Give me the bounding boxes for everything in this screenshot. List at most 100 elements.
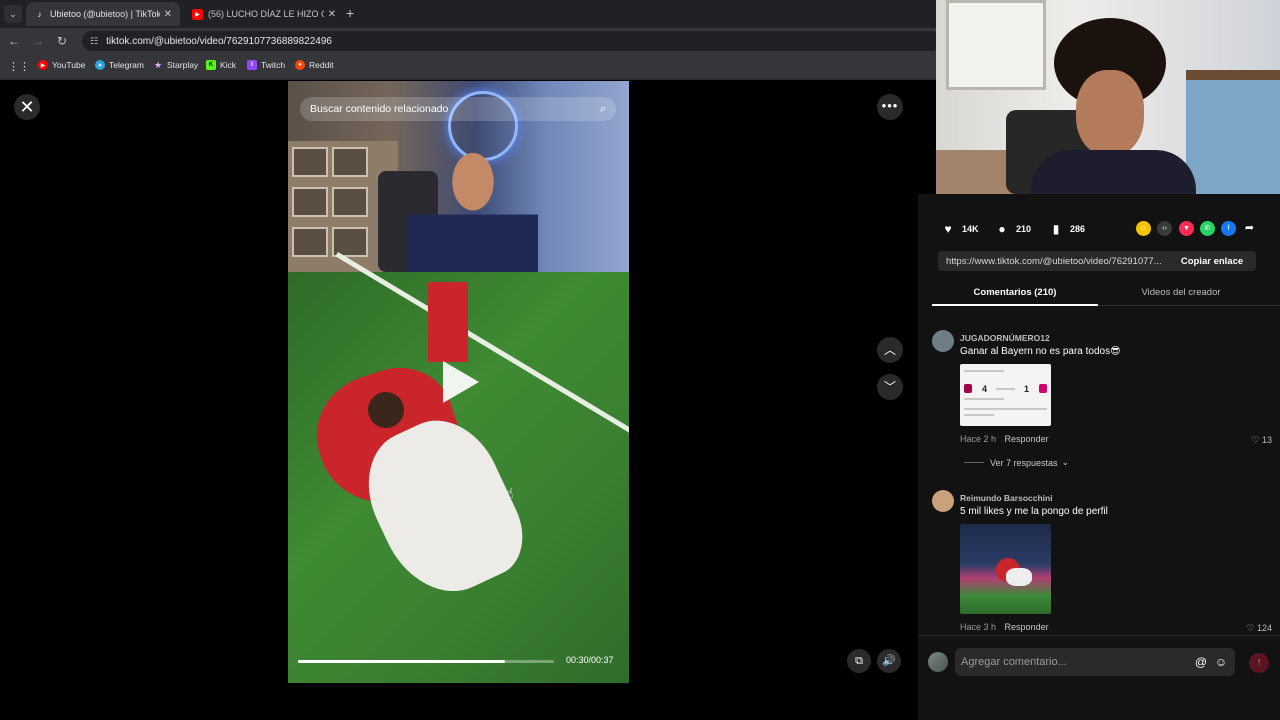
chevron-up-icon[interactable]: ︿	[877, 337, 903, 363]
tab-comments[interactable]: Comentarios (210)	[932, 287, 1098, 298]
comment-input[interactable]: Agregar comentario... @ ☺	[955, 648, 1235, 676]
player-legs	[428, 282, 468, 362]
streamer-frame: Buscar contenido relacionado ⌕	[288, 81, 629, 272]
bed-image	[1186, 70, 1280, 194]
bookmark-label: Telegram	[109, 60, 144, 70]
view-replies-button[interactable]: Ver 7 respuestas ⌄	[964, 457, 1069, 468]
bookmark-label: Reddit	[309, 60, 334, 70]
reddit-icon: ●	[295, 60, 305, 70]
bookmark-kick[interactable]: K Kick	[206, 60, 236, 70]
kick-icon: K	[206, 60, 216, 70]
comment-count: 210	[1016, 224, 1032, 234]
bookmark-icon: ▮	[1052, 222, 1060, 236]
apps-icon[interactable]: ⋮⋮	[8, 60, 30, 73]
comment-meta: Hace 3 h Responder	[960, 622, 1049, 632]
bookmark-label: Kick	[220, 60, 237, 70]
comment-text: Ganar al Bayern no es para todos😎	[960, 346, 1121, 357]
tiktok-icon: ♪	[37, 9, 42, 19]
copy-link-button[interactable]: Copiar enlace	[1168, 256, 1256, 267]
comment-like-count: 13	[1261, 435, 1272, 445]
save-button[interactable]: ▮ 286	[1048, 221, 1085, 237]
action-bar: ♥ 14K ● 210 ▮ 286 ☺ ‹› ▼ ✆ f ➦	[918, 218, 1280, 240]
reply-button[interactable]: Responder	[1005, 434, 1049, 444]
copy-link-row: https://www.tiktok.com/@ubietoo/video/76…	[938, 251, 1256, 271]
progress-fill	[298, 660, 506, 663]
video-link[interactable]: https://www.tiktok.com/@ubietoo/video/76…	[938, 256, 1168, 267]
play-icon[interactable]	[443, 361, 479, 403]
post-comment-button[interactable]: ↑	[1249, 653, 1269, 673]
bookmark-reddit[interactable]: ● Reddit	[295, 60, 334, 70]
back-button[interactable]: ←	[6, 33, 22, 49]
starplay-icon: ★	[153, 59, 163, 70]
related-search-placeholder: Buscar contenido relacionado	[310, 103, 449, 115]
reload-button[interactable]: ↻	[54, 33, 70, 49]
forward-share-icon[interactable]: ➦	[1242, 221, 1257, 236]
browser-tab-tiktok[interactable]: ♪ Ubietoo (@ubietoo) | TikTok ✕	[26, 2, 180, 26]
twitch-icon: t	[247, 60, 257, 70]
comment-meta: Hace 2 h Responder	[960, 434, 1049, 444]
tab-creator-videos[interactable]: Videos del creador	[1098, 287, 1264, 298]
browser-tab-youtube[interactable]: ▶ (56) LUCHO DÍAZ LE HIZO GAN ✕	[184, 2, 344, 26]
heart-outline-icon: ♡	[1246, 623, 1255, 632]
room-window	[946, 0, 1046, 90]
player-figure	[1006, 568, 1032, 586]
team-badge	[1039, 384, 1047, 393]
bookmark-twitch[interactable]: t Twitch	[247, 60, 285, 70]
address-bar[interactable]: ☷ tiktok.com/@ubietoo/video/762910773688…	[82, 31, 942, 51]
bookmark-telegram[interactable]: ➤ Telegram	[95, 60, 144, 70]
related-search-bar[interactable]: Buscar contenido relacionado ⌕	[300, 97, 616, 121]
whatsapp-icon[interactable]: ✆	[1200, 221, 1215, 236]
comment-item: Reimundo Barsocchini 5 mil likes y me la…	[932, 490, 1272, 632]
comment-composer: Agregar comentario... @ ☺ ↑	[918, 635, 1280, 685]
mouse-cursor-icon: ☝	[505, 485, 514, 501]
player-head	[368, 392, 404, 428]
avatar[interactable]	[932, 490, 954, 512]
close-icon[interactable]: ✕	[14, 94, 40, 120]
heart-outline-icon: ♡	[1251, 435, 1260, 445]
view-replies-label: Ver 7 respuestas	[990, 457, 1058, 468]
site-info-icon[interactable]: ☷	[90, 36, 98, 47]
comment-placeholder: Agregar comentario...	[961, 656, 1067, 668]
webcam-overlay	[936, 0, 1280, 194]
tab-title: (56) LUCHO DÍAZ LE HIZO GAN	[208, 9, 324, 19]
video-viewer: ✕ Buscar contenido relacionado ⌕ 00:30/0…	[0, 81, 918, 720]
tab-search-button[interactable]: ⌄	[4, 5, 22, 23]
comment-image[interactable]: 4 1	[960, 364, 1051, 426]
chevron-down-icon[interactable]: ﹀	[877, 374, 903, 400]
my-avatar	[928, 652, 948, 672]
comment-username[interactable]: JUGADORNÚMERO12	[960, 333, 1050, 343]
person-shirt	[1031, 150, 1196, 194]
progress-bar[interactable]	[298, 660, 554, 663]
team-badge	[964, 384, 972, 393]
volume-icon[interactable]: 🔊	[877, 649, 901, 673]
embed-icon[interactable]: ‹›	[1157, 221, 1172, 236]
facebook-icon[interactable]: f	[1221, 221, 1236, 236]
like-button[interactable]: ♥ 14K	[940, 221, 978, 237]
forward-button[interactable]: →	[30, 33, 46, 49]
away-score: 1	[1024, 384, 1030, 394]
avatar[interactable]	[932, 330, 954, 352]
match-footage	[288, 252, 629, 683]
comment-image[interactable]	[960, 524, 1051, 614]
share-icon[interactable]: ☺	[1136, 221, 1151, 236]
comment-username[interactable]: Reimundo Barsocchini	[960, 493, 1053, 503]
emoji-icon[interactable]: ☺	[1213, 655, 1229, 669]
comment-button[interactable]: ● 210	[994, 221, 1031, 237]
new-tab-button[interactable]: +	[346, 5, 354, 21]
comment-like-button[interactable]: ♡ 13	[1251, 435, 1272, 446]
active-tab-indicator	[932, 304, 1098, 306]
mention-icon[interactable]: @	[1193, 655, 1209, 669]
comment-like-button[interactable]: ♡ 124	[1246, 623, 1272, 632]
more-options-icon[interactable]: •••	[877, 94, 903, 120]
close-tab-icon[interactable]: ✕	[328, 9, 336, 20]
tab-title: Ubietoo (@ubietoo) | TikTok	[50, 9, 160, 19]
url-text: tiktok.com/@ubietoo/video/76291077368898…	[106, 35, 332, 47]
search-icon[interactable]: ⌕	[600, 103, 606, 116]
bookmark-starplay[interactable]: ★ Starplay	[153, 59, 198, 71]
bookmark-youtube[interactable]: ▶ YouTube	[38, 60, 85, 70]
send-icon[interactable]: ▼	[1179, 221, 1194, 236]
reply-button[interactable]: Responder	[1005, 622, 1049, 632]
picture-in-picture-icon[interactable]: ⧉	[847, 649, 871, 673]
close-tab-icon[interactable]: ✕	[164, 9, 172, 20]
video-player[interactable]: Buscar contenido relacionado ⌕ 00:30/00:…	[288, 81, 629, 683]
